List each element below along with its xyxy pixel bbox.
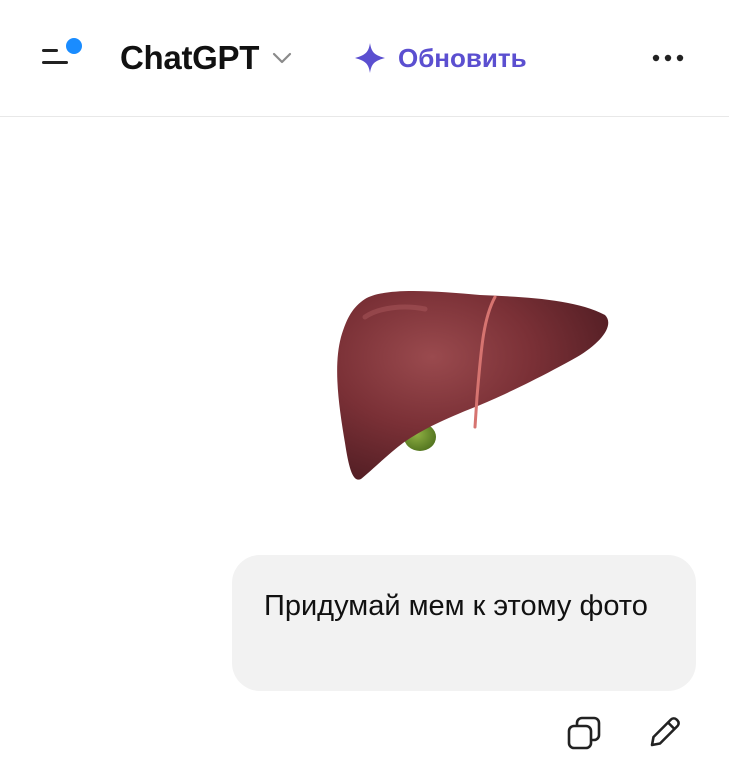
top-bar: ChatGPT Обновить [0,0,729,117]
image-attachment[interactable] [305,247,635,487]
liver-image [337,291,609,480]
sparkle-icon [355,43,385,73]
pencil-icon [650,717,680,747]
edit-button[interactable] [644,713,684,753]
more-button[interactable] [646,42,690,74]
menu-button[interactable] [34,34,90,82]
chat-area: Придумай мем к этому фото [0,117,729,768]
user-message-bubble: Придумай мем к этому фото [232,555,696,691]
model-selector[interactable]: ChatGPT [120,36,293,80]
chevron-down-icon [271,47,293,69]
upgrade-button[interactable]: Обновить [352,38,527,78]
upgrade-label: Обновить [398,42,527,73]
app-title: ChatGPT [120,39,260,76]
copy-button[interactable] [564,713,604,753]
menu-icon [42,38,82,64]
more-icon [652,54,684,62]
notification-dot [66,38,82,54]
copy-icon [567,716,601,750]
user-message-text: Придумай мем к этому фото [264,590,648,622]
